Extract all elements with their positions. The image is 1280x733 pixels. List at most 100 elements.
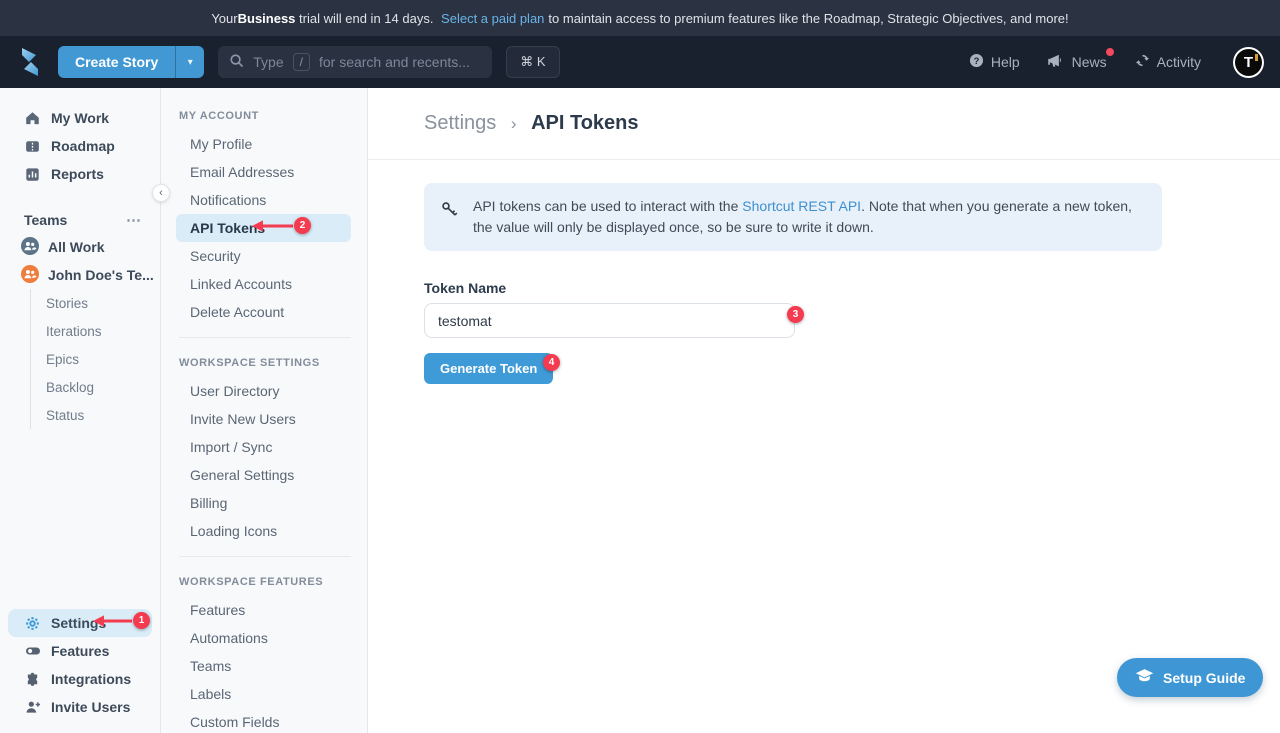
- sidebar-item-iterations[interactable]: Iterations: [31, 317, 160, 345]
- setup-guide-icon: [1135, 668, 1154, 687]
- section-title-my-account: MY ACCOUNT: [161, 102, 367, 130]
- sidebar-item-backlog[interactable]: Backlog: [31, 373, 160, 401]
- sidebar-item-status[interactable]: Status: [31, 401, 160, 429]
- annotation-badge-4: 4: [543, 354, 560, 371]
- help-label[interactable]: Help: [991, 54, 1020, 70]
- home-icon: [24, 111, 41, 126]
- roadmap-icon: [24, 139, 41, 154]
- settings-nav-automations[interactable]: Automations: [176, 624, 351, 652]
- sidebar-item-features[interactable]: Features: [0, 637, 160, 665]
- page-title: API Tokens: [531, 112, 638, 134]
- section-title-workspace-settings: WORKSPACE SETTINGS: [161, 349, 367, 377]
- sidebar-item-integrations[interactable]: Integrations: [0, 665, 160, 693]
- settings-nav-sidebar: MY ACCOUNT My Profile Email Addresses No…: [161, 88, 368, 733]
- info-text: API tokens can be used to interact with …: [473, 196, 1142, 238]
- team-avatar-icon: [21, 265, 39, 286]
- help-icon: ?: [969, 53, 984, 71]
- section-divider: [179, 556, 351, 557]
- top-navbar: Create Story ▾ Type / for search and rec…: [0, 36, 1280, 88]
- api-tokens-info-box: API tokens can be used to interact with …: [424, 183, 1162, 251]
- annotation-badge-1: 1: [133, 612, 150, 629]
- activity-label[interactable]: Activity: [1157, 54, 1201, 70]
- create-story-caret-icon[interactable]: ▾: [175, 46, 204, 78]
- activity-menu[interactable]: Activity: [1135, 53, 1201, 71]
- settings-nav-loading-icons[interactable]: Loading Icons: [176, 517, 351, 545]
- search-input[interactable]: Type / for search and recents...: [218, 46, 492, 78]
- gear-icon: [24, 616, 41, 631]
- settings-nav-custom-fields[interactable]: Custom Fields: [176, 708, 351, 733]
- teams-kebab-menu-icon[interactable]: ⋯: [126, 211, 142, 229]
- sidebar-item-stories[interactable]: Stories: [31, 289, 160, 317]
- cmd-k-shortcut-badge: ⌘ K: [506, 46, 559, 78]
- news-menu[interactable]: News: [1048, 53, 1107, 71]
- shortcut-rest-api-link[interactable]: Shortcut REST API: [742, 198, 861, 214]
- select-paid-plan-link[interactable]: Select a paid plan: [441, 11, 544, 26]
- trial-banner: Your Business trial will end in 14 days.…: [0, 0, 1280, 36]
- settings-nav-billing[interactable]: Billing: [176, 489, 351, 517]
- settings-nav-invite-new-users[interactable]: Invite New Users: [176, 405, 351, 433]
- sidebar-item-label: Roadmap: [51, 138, 115, 154]
- page-header: Settings › API Tokens: [368, 88, 1280, 160]
- sidebar-item-roadmap[interactable]: Roadmap: [0, 132, 160, 160]
- app-body: ‹ My Work Roadmap Reports Teams ⋯: [0, 88, 1280, 733]
- megaphone-icon: [1048, 53, 1065, 71]
- user-avatar[interactable]: T: [1233, 47, 1264, 78]
- toggle-icon: [24, 643, 41, 659]
- breadcrumb-settings[interactable]: Settings: [424, 112, 496, 134]
- svg-text:?: ?: [973, 56, 979, 66]
- team-subitems: Stories Iterations Epics Backlog Status: [30, 289, 160, 429]
- settings-nav-email-addresses[interactable]: Email Addresses: [176, 158, 351, 186]
- settings-nav-notifications[interactable]: Notifications: [176, 186, 351, 214]
- settings-nav-security[interactable]: Security: [176, 242, 351, 270]
- settings-nav-delete-account[interactable]: Delete Account: [176, 298, 351, 326]
- create-story-button[interactable]: Create Story ▾: [58, 46, 204, 78]
- settings-nav-import-sync[interactable]: Import / Sync: [176, 433, 351, 461]
- sidebar-item-label: Integrations: [51, 671, 131, 687]
- invite-user-icon: [24, 699, 41, 715]
- teams-section-header: Teams ⋯: [0, 207, 160, 233]
- search-placeholder-rest: for search and recents...: [319, 54, 470, 70]
- search-icon: [229, 53, 244, 71]
- breadcrumb-separator-icon: ›: [511, 114, 517, 133]
- key-icon: [440, 196, 459, 225]
- main-content: Settings › API Tokens API tokens can be …: [368, 88, 1280, 733]
- team-label: All Work: [48, 239, 105, 255]
- setup-guide-button[interactable]: Setup Guide: [1117, 658, 1263, 697]
- settings-nav-general-settings[interactable]: General Settings: [176, 461, 351, 489]
- sidebar-item-label: Invite Users: [51, 699, 130, 715]
- teams-header-label: Teams: [24, 212, 67, 228]
- generate-token-button[interactable]: Generate Token: [424, 353, 553, 384]
- banner-text-suffix: to maintain access to premium features l…: [548, 11, 1068, 26]
- setup-guide-label: Setup Guide: [1163, 670, 1245, 686]
- help-menu[interactable]: ? Help: [969, 53, 1020, 71]
- settings-nav-linked-accounts[interactable]: Linked Accounts: [176, 270, 351, 298]
- settings-nav-my-profile[interactable]: My Profile: [176, 130, 351, 158]
- slash-key-hint: /: [293, 53, 310, 71]
- search-placeholder-type: Type: [253, 54, 283, 70]
- sidebar-item-my-work[interactable]: My Work: [0, 104, 160, 132]
- section-divider: [179, 337, 351, 338]
- navbar-right-group: ? Help News Activity T: [969, 47, 1264, 78]
- banner-text-prefix: Your: [211, 11, 237, 26]
- settings-nav-user-directory[interactable]: User Directory: [176, 377, 351, 405]
- sidebar-item-epics[interactable]: Epics: [31, 345, 160, 373]
- news-label[interactable]: News: [1072, 54, 1107, 70]
- breadcrumb: Settings › API Tokens: [424, 112, 639, 135]
- avatar-logo-mark: [1255, 54, 1258, 61]
- sidebar-item-reports[interactable]: Reports: [0, 160, 160, 188]
- all-work-avatar-icon: [21, 237, 39, 258]
- shortcut-logo-icon[interactable]: [16, 46, 46, 78]
- api-tokens-panel: API tokens can be used to interact with …: [368, 160, 1280, 384]
- annotation-arrow-1: [92, 613, 134, 629]
- info-text-pre: API tokens can be used to interact with …: [473, 198, 742, 214]
- token-name-input[interactable]: [424, 303, 795, 338]
- settings-nav-teams[interactable]: Teams: [176, 652, 351, 680]
- sidebar-item-all-work[interactable]: All Work: [0, 233, 160, 261]
- create-story-label[interactable]: Create Story: [58, 46, 175, 78]
- sidebar-item-invite-users[interactable]: Invite Users: [0, 693, 160, 721]
- settings-nav-labels[interactable]: Labels: [176, 680, 351, 708]
- sidebar-collapse-button[interactable]: ‹: [152, 184, 170, 202]
- puzzle-icon: [24, 672, 41, 687]
- settings-nav-features[interactable]: Features: [176, 596, 351, 624]
- sidebar-item-john-does-team[interactable]: John Doe's Te...: [0, 261, 160, 289]
